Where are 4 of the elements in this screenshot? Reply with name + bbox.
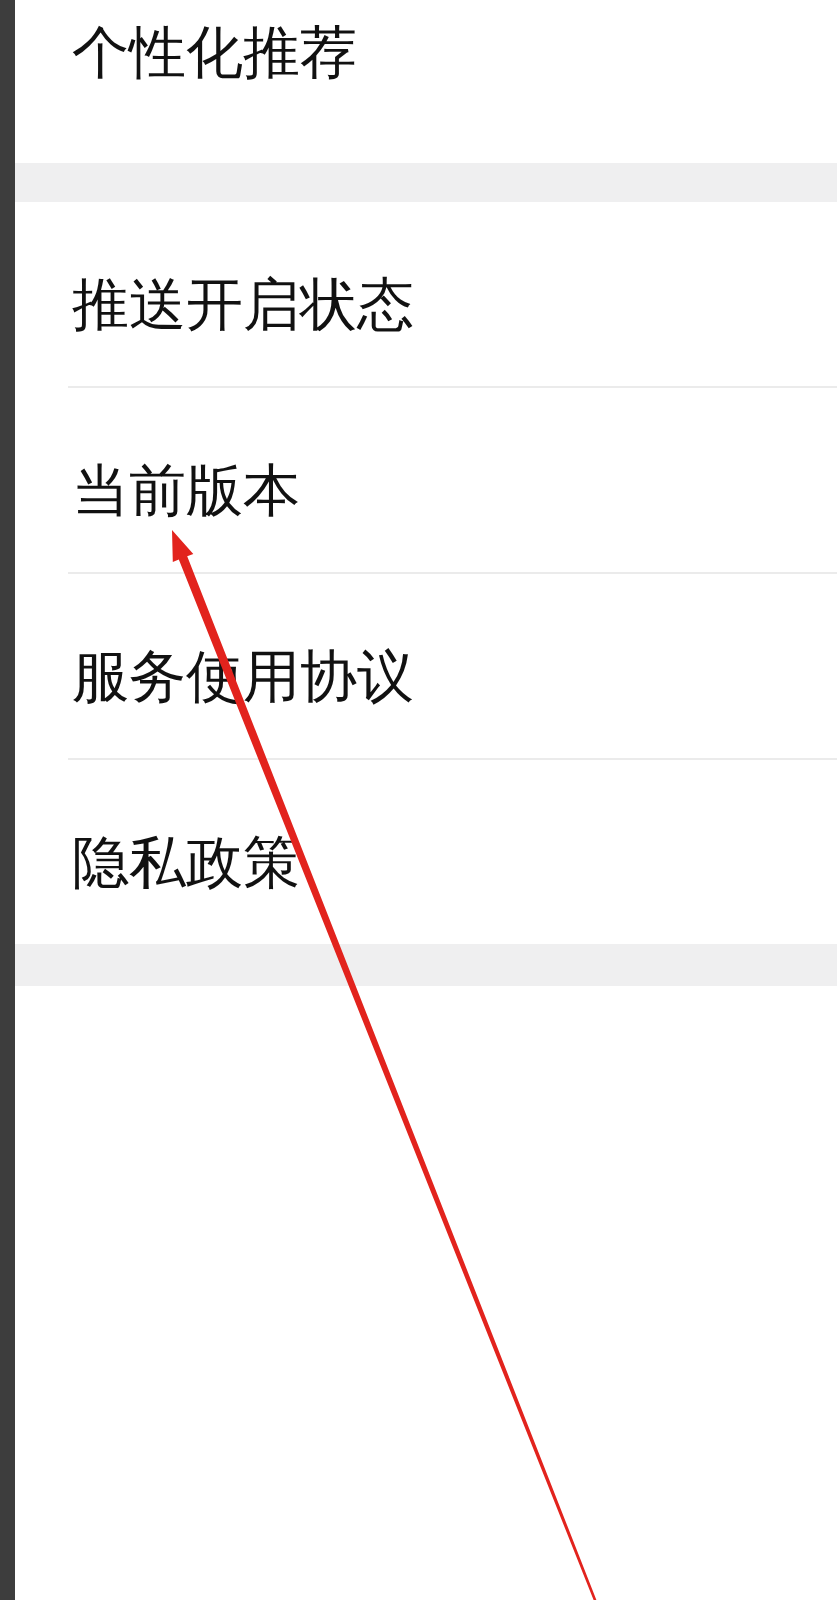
settings-item[interactable]: 隐私政策 <box>15 760 837 944</box>
settings-item[interactable]: 推送开启状态 <box>15 202 837 386</box>
settings-item[interactable]: 当前版本 <box>15 388 837 572</box>
settings-item[interactable]: 个性化推荐 <box>15 0 837 163</box>
